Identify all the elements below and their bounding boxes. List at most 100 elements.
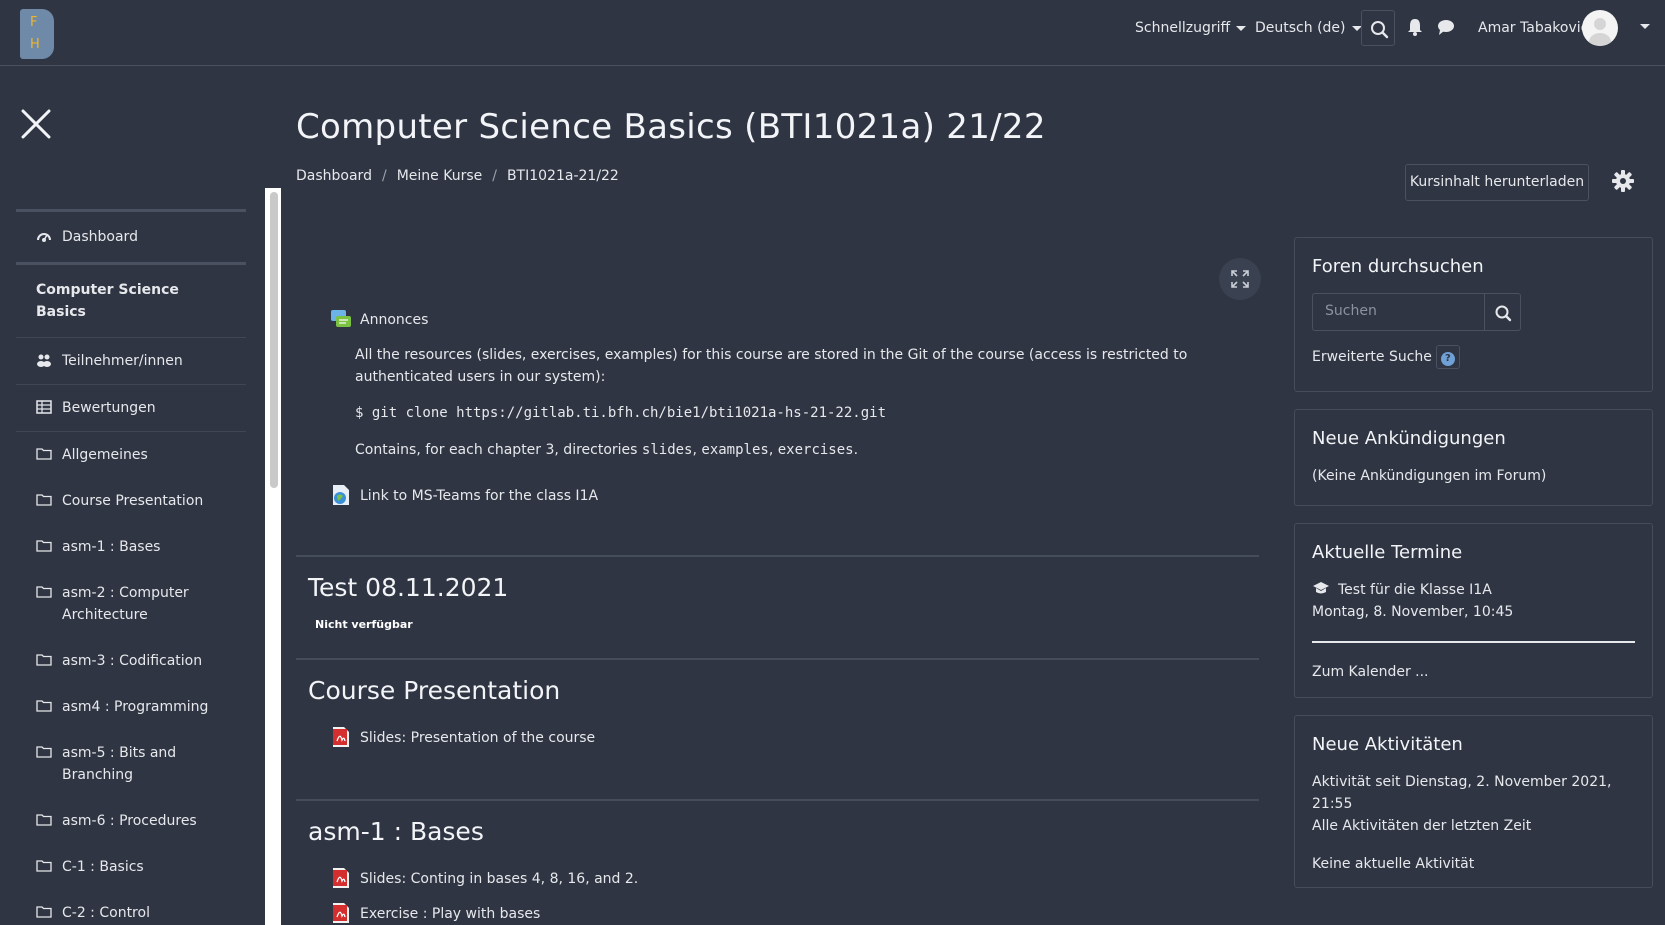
drawer-item-label: C-2 : Control Structures bbox=[62, 905, 150, 921]
drawer-item-label: Dashboard bbox=[62, 229, 138, 245]
go-to-calendar-link[interactable]: Zum Kalender ... bbox=[1312, 661, 1635, 683]
drawer-item-section-asm6[interactable]: asm-6 : Procedures bbox=[16, 798, 246, 844]
quick-access-menu[interactable]: Schnellzugriff bbox=[1135, 16, 1247, 40]
drawer-item-label: asm-3 : Codification bbox=[62, 653, 203, 669]
language-label: Deutsch (de) bbox=[1255, 20, 1346, 36]
breadcrumb-dashboard[interactable]: Dashboard bbox=[296, 168, 372, 184]
status-badge: Nicht verfügbar bbox=[315, 618, 413, 631]
bell-icon[interactable] bbox=[1406, 17, 1424, 37]
users-icon bbox=[37, 354, 51, 367]
block-news: Neue Ankündigungen (Keine Ankündigungen … bbox=[1294, 409, 1653, 506]
folder-icon bbox=[36, 814, 52, 826]
breadcrumb-separator: / bbox=[381, 168, 387, 184]
activity-label: Link to MS-Teams for the class I1A bbox=[360, 488, 599, 504]
expand-icon bbox=[1231, 270, 1249, 288]
resources-description: All the resources (slides, exercises, ex… bbox=[355, 347, 1188, 385]
activity-slides-bases[interactable]: Slides: Conting in bases 4, 8, 16, and 2… bbox=[330, 867, 638, 889]
contains-description: Contains, for each chapter 3, directorie… bbox=[355, 439, 1195, 461]
activity-annonces-forum[interactable]: Annonces bbox=[330, 308, 428, 330]
forum-search-input[interactable]: Suchen bbox=[1312, 293, 1485, 331]
drawer-item-course-home[interactable]: Computer Science Basics bbox=[16, 265, 246, 338]
drawer-item-label: asm4 : Programming bbox=[62, 699, 209, 715]
folder-icon bbox=[36, 860, 52, 872]
drawer-item-participants[interactable]: Teilnehmer/innen bbox=[16, 338, 246, 385]
activity-since-text: Aktivität seit Dienstag, 2. November 202… bbox=[1312, 774, 1612, 812]
chat-icon[interactable] bbox=[1436, 18, 1456, 36]
drawer-item-section-asm2[interactable]: asm-2 : Computer Architecture bbox=[16, 570, 246, 638]
activity-label: Exercise : Play with bases bbox=[360, 906, 541, 922]
page-title: Computer Science Basics (BTI1021a) 21/22 bbox=[296, 107, 1046, 147]
pdf-icon bbox=[333, 727, 349, 747]
folder-icon bbox=[36, 540, 52, 552]
section-divider bbox=[296, 799, 1259, 801]
activity-label: Slides: Presentation of the course bbox=[360, 730, 596, 746]
all-recent-activity-link[interactable]: Alle Aktivitäten der letzten Zeit bbox=[1312, 815, 1635, 837]
drawer-item-section-asm3[interactable]: asm-3 : Codification bbox=[16, 638, 246, 684]
drawer-item-label: asm-6 : Procedures bbox=[62, 813, 197, 829]
drawer-item-dashboard[interactable]: Dashboard bbox=[16, 209, 246, 265]
drawer-item-label: asm-1 : Bases bbox=[62, 539, 161, 555]
search-icon bbox=[1495, 305, 1512, 322]
block-title: Foren durchsuchen bbox=[1312, 256, 1484, 277]
breadcrumb-my-courses[interactable]: Meine Kurse bbox=[397, 168, 483, 184]
search-button[interactable] bbox=[1361, 10, 1395, 46]
event-row[interactable]: Test für die Klasse I1A bbox=[1312, 579, 1635, 601]
gear-icon[interactable] bbox=[1612, 170, 1634, 192]
course-navigation-drawer: Dashboard Computer Science Basics Teilne… bbox=[16, 209, 246, 925]
comma: , bbox=[768, 442, 774, 458]
folder-icon bbox=[36, 586, 52, 598]
activity-label: Slides: Conting in bases 4, 8, 16, and 2… bbox=[360, 871, 639, 887]
pdf-icon bbox=[333, 868, 349, 888]
block-title: Neue Ankündigungen bbox=[1312, 428, 1506, 449]
drawer-item-section-asm1[interactable]: asm-1 : Bases bbox=[16, 524, 246, 570]
table-icon bbox=[36, 400, 52, 414]
breadcrumb-course[interactable]: BTI1021a-21/22 bbox=[507, 168, 619, 184]
logo-letter-h: H bbox=[30, 37, 40, 52]
drawer-scrollbar-thumb[interactable] bbox=[270, 192, 278, 488]
fullscreen-toggle-button[interactable] bbox=[1219, 258, 1261, 300]
folder-icon bbox=[36, 746, 52, 758]
pdf-icon bbox=[333, 903, 349, 923]
url-globe-icon bbox=[333, 485, 349, 505]
block-forum-search: Foren durchsuchen Suchen Erweiterte Such… bbox=[1294, 237, 1653, 392]
block-title: Neue Aktivitäten bbox=[1312, 734, 1463, 755]
drawer-item-section-asm5[interactable]: asm-5 : Bits and Branching bbox=[16, 730, 246, 798]
drawer-item-grades[interactable]: Bewertungen bbox=[16, 385, 246, 432]
drawer-item-section-asm4[interactable]: asm4 : Programming bbox=[16, 684, 246, 730]
drawer-item-section-course-presentation[interactable]: Course Presentation bbox=[16, 478, 246, 524]
event-name[interactable]: Test für die Klasse I1A bbox=[1338, 582, 1492, 598]
language-menu[interactable]: Deutsch (de) bbox=[1255, 16, 1362, 40]
graduation-cap-icon bbox=[1313, 582, 1329, 594]
drawer-item-label: Computer Science Basics bbox=[36, 282, 179, 320]
activity-teams-link[interactable]: Link to MS-Teams for the class I1A bbox=[330, 484, 598, 506]
user-name[interactable]: Amar Tabakovic bbox=[1478, 16, 1588, 40]
user-icon bbox=[1589, 18, 1611, 46]
drawer-item-section-c2[interactable]: C-2 : Control Structures bbox=[16, 890, 246, 925]
breadcrumb-separator: / bbox=[492, 168, 497, 184]
chevron-down-icon bbox=[1236, 25, 1247, 31]
section-title-asm1: asm-1 : Bases bbox=[308, 817, 484, 846]
activity-exercise-bases[interactable]: Exercise : Play with bases bbox=[330, 902, 540, 924]
download-course-content-button[interactable]: Kursinhalt herunterladen bbox=[1405, 164, 1589, 201]
avatar[interactable] bbox=[1582, 10, 1618, 46]
help-button[interactable]: ? bbox=[1435, 345, 1460, 369]
git-clone-command: $ git clone https://gitlab.ti.bfh.ch/bie… bbox=[355, 405, 887, 421]
section-divider bbox=[296, 658, 1259, 660]
drawer-item-section-general[interactable]: Allgemeines bbox=[16, 432, 246, 478]
drawer-item-label: asm-5 : Bits and Branching bbox=[62, 745, 177, 783]
search-icon bbox=[1371, 21, 1389, 39]
site-logo[interactable]: F H bbox=[20, 9, 54, 59]
forum-search-submit-button[interactable] bbox=[1485, 293, 1521, 331]
breadcrumb: Dashboard / Meine Kurse / BTI1021a-21/22 bbox=[296, 168, 619, 184]
drawer-item-label: Bewertungen bbox=[62, 400, 156, 416]
advanced-search-link[interactable]: Erweiterte Suche bbox=[1312, 349, 1432, 365]
dir-slides: slides bbox=[641, 442, 693, 458]
user-menu-chevron-icon[interactable] bbox=[1640, 24, 1650, 29]
events-divider bbox=[1312, 641, 1635, 643]
folder-icon bbox=[36, 448, 52, 460]
drawer-item-section-c1[interactable]: C-1 : Basics bbox=[16, 844, 246, 890]
close-drawer-icon[interactable] bbox=[20, 108, 52, 140]
activity-slides-presentation[interactable]: Slides: Presentation of the course bbox=[330, 726, 595, 748]
dir-exercises: exercises bbox=[777, 442, 854, 458]
top-navbar: F H Schnellzugriff Deutsch (de) Amar Tab… bbox=[0, 0, 1665, 66]
